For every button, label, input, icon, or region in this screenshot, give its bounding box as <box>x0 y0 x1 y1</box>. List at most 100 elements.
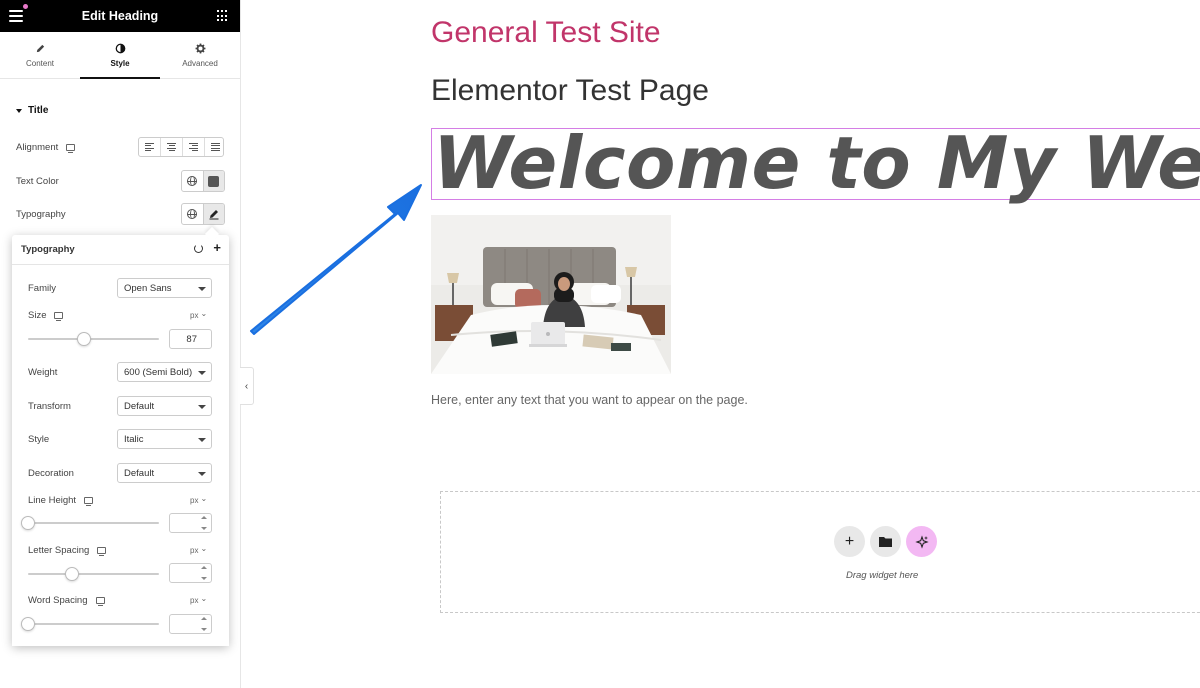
color-swatch-icon <box>208 175 220 187</box>
tab-content-label: Content <box>25 58 55 68</box>
plus-icon: + <box>844 532 855 550</box>
stepper-icon[interactable] <box>200 516 208 530</box>
tab-advanced[interactable]: Advanced <box>160 32 240 78</box>
size-input[interactable]: 87 <box>169 329 212 349</box>
bedroom-photo <box>431 215 671 374</box>
line-height-label: Line Height <box>28 495 94 506</box>
panel-title: Edit Heading <box>81 9 159 23</box>
stepper-icon[interactable] <box>200 617 208 631</box>
size-label-text: Size <box>28 310 47 321</box>
letter-spacing-slider[interactable] <box>28 567 159 581</box>
gear-icon <box>195 43 205 53</box>
desktop-icon[interactable] <box>97 547 107 556</box>
size-value: 87 <box>186 333 197 345</box>
size-unit-select[interactable]: px <box>190 311 207 320</box>
folder-icon <box>879 537 892 547</box>
word-spacing-unit-select[interactable]: px <box>190 596 207 605</box>
tab-style-label: Style <box>110 58 130 68</box>
color-picker-button[interactable] <box>202 171 224 191</box>
tab-advanced-label: Advanced <box>182 58 218 68</box>
tab-style[interactable]: Style <box>80 32 160 79</box>
transform-label: Transform <box>28 401 71 412</box>
font-style-select[interactable]: Italic <box>117 429 212 449</box>
letter-spacing-label-text: Letter Spacing <box>28 545 90 556</box>
style-label: Style <box>28 434 50 445</box>
typography-label: Typography <box>16 209 66 220</box>
add-section-button[interactable]: + <box>834 526 865 557</box>
align-left-button[interactable] <box>139 138 161 156</box>
typography-popover-header: Typography + <box>12 235 229 265</box>
image-widget[interactable] <box>431 215 671 374</box>
size-slider[interactable] <box>28 332 159 346</box>
align-justify-button[interactable] <box>205 138 226 156</box>
word-spacing-slider[interactable] <box>21 617 159 631</box>
tab-content[interactable]: Content <box>0 32 80 78</box>
line-height-slider[interactable] <box>21 516 159 530</box>
size-label: Size <box>28 310 64 321</box>
panel-header: Edit Heading <box>0 0 240 32</box>
alignment-label-text: Alignment <box>16 142 59 153</box>
desktop-icon[interactable] <box>95 597 105 606</box>
site-title[interactable]: General Test Site <box>431 16 661 50</box>
globe-icon <box>187 209 198 219</box>
add-template-button[interactable] <box>870 526 901 557</box>
text-color-label: Text Color <box>16 176 59 187</box>
globe-icon <box>187 176 198 186</box>
caret-down-icon <box>16 108 22 113</box>
letter-spacing-input[interactable] <box>169 563 212 583</box>
empty-section-dropzone[interactable] <box>440 491 1200 613</box>
section-title-toggle[interactable]: Title <box>16 105 48 116</box>
desktop-icon[interactable] <box>66 144 76 153</box>
word-spacing-label: Word Spacing <box>28 595 105 606</box>
align-right-button[interactable] <box>183 138 205 156</box>
alignment-label: Alignment <box>16 142 76 153</box>
page-title: Elementor Test Page <box>431 74 709 107</box>
sparkle-icon <box>914 534 929 549</box>
align-center-button[interactable] <box>161 138 183 156</box>
word-spacing-slider-thumb[interactable] <box>21 617 35 631</box>
menu-icon[interactable] <box>9 4 28 22</box>
family-label: Family <box>28 283 56 294</box>
drag-widget-hint: Drag widget here <box>846 570 919 581</box>
global-colors-button[interactable] <box>182 171 203 191</box>
typography-popover-title: Typography <box>21 244 75 255</box>
desktop-icon[interactable] <box>54 312 64 321</box>
size-slider-thumb[interactable] <box>77 332 91 346</box>
typography-popover: Typography + Family Open Sans Size px 87 <box>12 235 229 646</box>
text-editor-widget[interactable]: Here, enter any text that you want to ap… <box>431 393 748 407</box>
section-title: Title <box>28 105 49 116</box>
line-height-unit-select[interactable]: px <box>190 496 207 505</box>
line-height-label-text: Line Height <box>28 495 77 506</box>
letter-spacing-unit-select[interactable]: px <box>190 546 207 555</box>
ai-generate-button[interactable] <box>906 526 937 557</box>
font-weight-select[interactable]: 600 (Semi Bold) <box>117 362 212 382</box>
chevron-left-icon: ‹ <box>244 380 249 392</box>
reset-icon[interactable] <box>194 243 204 253</box>
font-family-select[interactable]: Open Sans <box>117 278 212 298</box>
heading-widget[interactable]: Welcome to My Website <box>433 121 1200 205</box>
editor-panel: Edit Heading Content Style Advanced Titl… <box>0 0 241 688</box>
edit-typography-button[interactable] <box>202 204 224 224</box>
alignment-buttons <box>138 137 224 157</box>
letter-spacing-slider-thumb[interactable] <box>65 567 79 581</box>
typography-control <box>181 203 225 225</box>
add-icon[interactable]: + <box>213 241 221 254</box>
letter-spacing-label: Letter Spacing <box>28 545 107 556</box>
global-fonts-button[interactable] <box>182 204 203 224</box>
line-height-input[interactable] <box>169 513 212 533</box>
widgets-grid-icon[interactable] <box>217 10 229 22</box>
line-height-slider-thumb[interactable] <box>21 516 35 530</box>
typography-popover-body: Family Open Sans Size px 87 Weight 600 (… <box>12 265 229 646</box>
desktop-icon[interactable] <box>84 497 94 506</box>
pencil-icon <box>209 210 219 220</box>
decoration-label: Decoration <box>28 468 74 479</box>
text-decoration-select[interactable]: Default <box>117 463 212 483</box>
pencil-icon <box>36 44 44 52</box>
collapse-panel-button[interactable]: ‹ <box>240 367 254 405</box>
stepper-icon[interactable] <box>200 566 208 580</box>
weight-label: Weight <box>28 367 58 378</box>
word-spacing-input[interactable] <box>169 614 212 634</box>
contrast-icon <box>115 43 125 53</box>
text-transform-select[interactable]: Default <box>117 396 212 416</box>
panel-tabs: Content Style Advanced <box>0 32 240 79</box>
